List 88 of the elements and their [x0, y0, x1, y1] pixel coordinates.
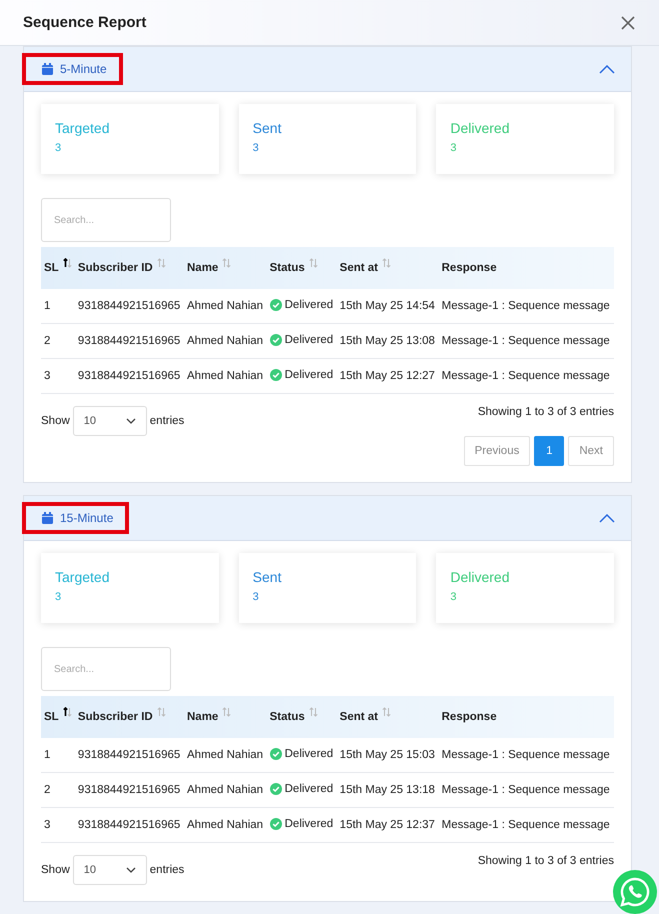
column-header[interactable]: Status: [266, 696, 337, 738]
column-header[interactable]: Response: [438, 247, 614, 289]
close-icon[interactable]: [621, 16, 635, 30]
table-cell: Ahmed Nahian: [184, 358, 267, 394]
pagination-button[interactable]: Next: [568, 436, 614, 466]
entries-info: Showing 1 to 3 of 3 entries: [478, 855, 614, 867]
stat-value: 3: [55, 142, 62, 154]
chat-bubble-icon[interactable]: [613, 870, 657, 914]
status-text: Delivered: [284, 334, 334, 346]
entries-info: Showing 1 to 3 of 3 entries: [478, 406, 614, 418]
column-header[interactable]: Name: [184, 247, 267, 289]
table-cell: Message-1 : Sequence message: [438, 772, 614, 808]
stat-value: 3: [450, 591, 458, 603]
search-field[interactable]: Search...: [41, 198, 171, 242]
table-cell: Ahmed Nahian: [184, 289, 267, 324]
stat-label: Targeted: [55, 569, 110, 585]
table-cell: Ahmed Nahian: [184, 738, 267, 772]
status-text: Delivered: [284, 368, 334, 380]
entries-label: entries: [150, 864, 184, 876]
table-cell: Ahmed Nahian: [184, 324, 267, 358]
table-cell: 9318844921516965: [74, 772, 184, 808]
section-header[interactable]: 5-Minute: [24, 47, 631, 92]
table-cell: Message-1 : Sequence message: [438, 738, 614, 772]
table-cell: 15th May 25 12:37: [336, 808, 439, 842]
table-cell: 15th May 25 15:03: [336, 738, 439, 772]
search-field[interactable]: Search...: [41, 647, 171, 691]
column-header[interactable]: SL: [41, 247, 75, 289]
sort-icon[interactable]: [62, 258, 72, 268]
column-header[interactable]: SL: [41, 696, 75, 738]
table-cell: Ahmed Nahian: [184, 772, 267, 808]
stat-value: 3: [450, 142, 458, 154]
section-title: 15-Minute: [60, 511, 114, 525]
table-cell: 3: [41, 358, 75, 394]
column-header[interactable]: Name: [184, 696, 267, 738]
table-cell: Message-1 : Sequence message: [438, 289, 614, 324]
section-title: 5-Minute: [60, 62, 107, 76]
stat-label: Delivered: [450, 120, 510, 136]
entries-label: entries: [150, 415, 184, 427]
pagination-button[interactable]: Previous: [464, 436, 530, 466]
chevron-down-icon: [126, 418, 136, 424]
sort-icon[interactable]: [62, 707, 72, 717]
stat-label: Sent: [252, 120, 282, 136]
table-cell: 9318844921516965: [74, 738, 184, 772]
status-text: Delivered: [284, 782, 334, 794]
column-header[interactable]: Status: [266, 247, 337, 289]
table-cell: 1: [41, 738, 75, 772]
table-cell: Message-1 : Sequence message: [438, 358, 614, 394]
table-cell: 15th May 25 13:18: [336, 772, 439, 808]
table-cell: 1: [41, 289, 75, 324]
entries-select[interactable]: 10: [72, 855, 147, 885]
column-header[interactable]: Sent at: [336, 247, 439, 289]
column-header[interactable]: Subscriber ID: [74, 247, 184, 289]
column-header[interactable]: Subscriber ID: [74, 696, 184, 738]
status-text: Delivered: [284, 818, 334, 830]
stat-label: Delivered: [450, 569, 510, 585]
column-header[interactable]: Sent at: [336, 696, 439, 738]
table-cell: Message-1 : Sequence message: [438, 808, 614, 842]
stat-value: 3: [252, 591, 260, 603]
column-header[interactable]: Response: [438, 696, 614, 738]
table-cell: Message-1 : Sequence message: [438, 324, 614, 358]
calendar-icon: [42, 512, 53, 524]
table-cell: Ahmed Nahian: [184, 808, 267, 842]
stat-value: 3: [55, 591, 62, 603]
page-button[interactable]: 1: [534, 436, 564, 466]
table-cell: 15th May 25 13:08: [336, 324, 439, 358]
table-cell: 9318844921516965: [74, 289, 184, 324]
entries-select[interactable]: 10: [72, 406, 147, 436]
stat-value: 3: [252, 142, 260, 154]
show-label: Show: [41, 864, 70, 876]
table-cell: 9318844921516965: [74, 324, 184, 358]
calendar-icon: [42, 63, 53, 75]
chevron-down-icon: [126, 867, 136, 873]
section-header[interactable]: 15-Minute: [24, 496, 631, 541]
table-cell: 15th May 25 14:54: [336, 289, 439, 324]
table-cell: 3: [41, 808, 75, 842]
status-text: Delivered: [284, 748, 334, 760]
stat-label: Targeted: [55, 120, 110, 136]
table-cell: 15th May 25 12:27: [336, 358, 439, 394]
window-title: Sequence Report: [23, 14, 146, 31]
table-cell: 2: [41, 772, 75, 808]
show-label: Show: [41, 415, 70, 427]
table-cell: 9318844921516965: [74, 358, 184, 394]
stat-label: Sent: [252, 569, 282, 585]
chevron-up-icon[interactable]: [599, 514, 615, 522]
table-cell: 2: [41, 324, 75, 358]
status-text: Delivered: [284, 298, 334, 310]
table-cell: 9318844921516965: [74, 808, 184, 842]
chevron-up-icon[interactable]: [599, 64, 615, 74]
